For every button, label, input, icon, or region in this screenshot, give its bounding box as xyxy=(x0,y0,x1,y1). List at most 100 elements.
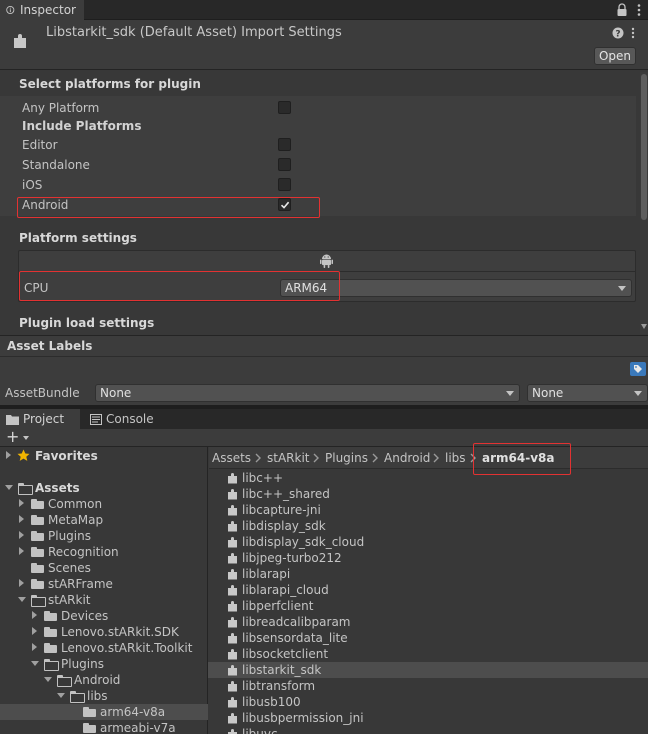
file-name: libusbpermission_jni xyxy=(242,711,364,725)
platform-editor-label: Editor xyxy=(22,138,58,152)
file-item[interactable]: libuvc xyxy=(208,726,648,734)
assetbundle-value: None xyxy=(100,386,132,400)
tab-console[interactable]: Console xyxy=(84,409,164,429)
assetbundle-dropdown[interactable]: None xyxy=(95,384,520,402)
folder-icon xyxy=(31,547,44,557)
tree-item-starframe[interactable]: stARFrame xyxy=(0,576,208,592)
tree-item-libs[interactable]: libs xyxy=(0,688,208,704)
platform-editor-checkbox[interactable] xyxy=(278,138,291,151)
file-item[interactable]: libsocketclient xyxy=(208,646,648,662)
file-item[interactable]: libdisplay_sdk xyxy=(208,518,648,534)
collapse-arrow-icon[interactable] xyxy=(31,661,39,666)
lock-icon[interactable] xyxy=(616,3,628,17)
android-highlight-box xyxy=(17,197,320,218)
folder-open-icon xyxy=(31,595,46,607)
file-item[interactable]: libtransform xyxy=(208,678,648,694)
expand-arrow-icon[interactable] xyxy=(19,579,24,587)
file-item[interactable]: libdisplay_sdk_cloud xyxy=(208,534,648,550)
folder-icon xyxy=(83,707,96,717)
collapse-arrow-icon[interactable] xyxy=(5,485,13,490)
tree-item-starkit[interactable]: stARkit xyxy=(0,592,208,608)
expand-arrow-icon[interactable] xyxy=(6,451,11,459)
file-item[interactable]: libc++ xyxy=(208,470,648,486)
assetbundle-variant-dropdown[interactable]: None xyxy=(527,384,648,402)
any-platform-checkbox[interactable] xyxy=(278,101,291,114)
tree-item-plugins[interactable]: Plugins xyxy=(0,528,208,544)
platform-ios-checkbox[interactable] xyxy=(278,178,291,191)
file-item[interactable]: libusb100 xyxy=(208,694,648,710)
file-item[interactable]: libcapture-jni xyxy=(208,502,648,518)
file-name: libjpeg-turbo212 xyxy=(242,551,342,565)
breadcrumb-item[interactable]: stARkit xyxy=(267,450,310,466)
include-platforms-label: Include Platforms xyxy=(22,119,142,133)
expand-arrow-icon[interactable] xyxy=(19,531,24,539)
tree-item-armeabi-v7a[interactable]: armeabi-v7a xyxy=(0,720,208,734)
tab-project[interactable]: Project xyxy=(0,409,80,429)
file-item[interactable]: liblarapi xyxy=(208,566,648,582)
file-item[interactable]: libjpeg-turbo212 xyxy=(208,550,648,566)
collapse-arrow-icon[interactable] xyxy=(57,693,65,698)
open-button[interactable]: Open xyxy=(594,47,636,65)
collapse-arrow-icon[interactable] xyxy=(18,597,26,602)
help-icon[interactable]: ? xyxy=(612,27,624,39)
file-name: libsocketclient xyxy=(242,647,329,661)
file-name: libdisplay_sdk xyxy=(242,519,326,533)
assetbundle-variant-value: None xyxy=(532,386,564,400)
tree-item-assets[interactable]: Assets xyxy=(0,480,208,496)
folder-icon xyxy=(31,499,44,509)
file-item[interactable]: libstarkit_sdk xyxy=(208,662,648,678)
tree-item-arm64-v8a[interactable]: arm64-v8a xyxy=(0,704,208,720)
platform-settings-heading: Platform settings xyxy=(19,231,137,245)
chevron-down-icon[interactable] xyxy=(23,436,29,440)
tree-item-scenes[interactable]: Scenes xyxy=(0,560,208,576)
folder-icon xyxy=(44,611,57,621)
file-item[interactable]: libreadcalibparam xyxy=(208,614,648,630)
expand-arrow-icon[interactable] xyxy=(32,627,37,635)
expand-arrow-icon[interactable] xyxy=(19,515,24,523)
kebab-menu-icon[interactable] xyxy=(636,3,642,17)
inspector-scroll-thumb[interactable] xyxy=(641,74,647,220)
tree-item-plugins[interactable]: Plugins xyxy=(0,656,208,672)
inspector-scrollbar[interactable] xyxy=(640,72,648,334)
header-kebab-icon[interactable] xyxy=(630,27,636,39)
tree-item-recognition[interactable]: Recognition xyxy=(0,544,208,560)
plugin-puzzle-icon xyxy=(228,649,237,660)
tree-item-lenovo-starkit-toolkit[interactable]: Lenovo.stARkit.Toolkit xyxy=(0,640,208,656)
folder-open-icon xyxy=(70,691,85,703)
android-icon[interactable] xyxy=(320,253,333,268)
tree-item-metamap[interactable]: MetaMap xyxy=(0,512,208,528)
tree-item-lenovo-starkit-sdk[interactable]: Lenovo.stARkit.SDK xyxy=(0,624,208,640)
file-item[interactable]: libsensordata_lite xyxy=(208,630,648,646)
scroll-down-arrow[interactable] xyxy=(641,324,647,329)
tree-item-label: Assets xyxy=(35,481,80,495)
tag-button[interactable] xyxy=(630,362,646,376)
expand-arrow-icon[interactable] xyxy=(32,611,37,619)
collapse-arrow-icon[interactable] xyxy=(44,677,52,682)
tree-item-label: stARkit xyxy=(48,593,91,607)
file-item[interactable]: libperfclient xyxy=(208,598,648,614)
file-item[interactable]: libc++_shared xyxy=(208,486,648,502)
file-item[interactable]: libusbpermission_jni xyxy=(208,710,648,726)
breadcrumb-item[interactable]: libs xyxy=(445,450,466,466)
tree-item-android[interactable]: Android xyxy=(0,672,208,688)
file-name: libdisplay_sdk_cloud xyxy=(242,535,365,549)
file-name: libperfclient xyxy=(242,599,314,613)
expand-arrow-icon[interactable] xyxy=(19,499,24,507)
create-button[interactable]: + xyxy=(6,427,19,446)
tab-inspector[interactable]: Inspector xyxy=(0,0,84,20)
tree-item-label: Plugins xyxy=(61,657,104,671)
tree-item-common[interactable]: Common xyxy=(0,496,208,512)
file-name: liblarapi_cloud xyxy=(242,583,329,597)
asset-labels-bar[interactable]: Asset Labels xyxy=(0,335,648,357)
tree-item-devices[interactable]: Devices xyxy=(0,608,208,624)
tree-favorites[interactable]: Favorites xyxy=(0,448,208,464)
tree-item-label: armeabi-v7a xyxy=(100,721,176,734)
folder-open-icon xyxy=(18,483,33,495)
expand-arrow-icon[interactable] xyxy=(32,643,37,651)
breadcrumb-item[interactable]: Plugins xyxy=(325,450,368,466)
file-item[interactable]: liblarapi_cloud xyxy=(208,582,648,598)
platform-standalone-checkbox[interactable] xyxy=(278,158,291,171)
breadcrumb-item[interactable]: Assets xyxy=(212,450,251,466)
expand-arrow-icon[interactable] xyxy=(19,547,24,555)
breadcrumb-item[interactable]: Android xyxy=(384,450,430,466)
